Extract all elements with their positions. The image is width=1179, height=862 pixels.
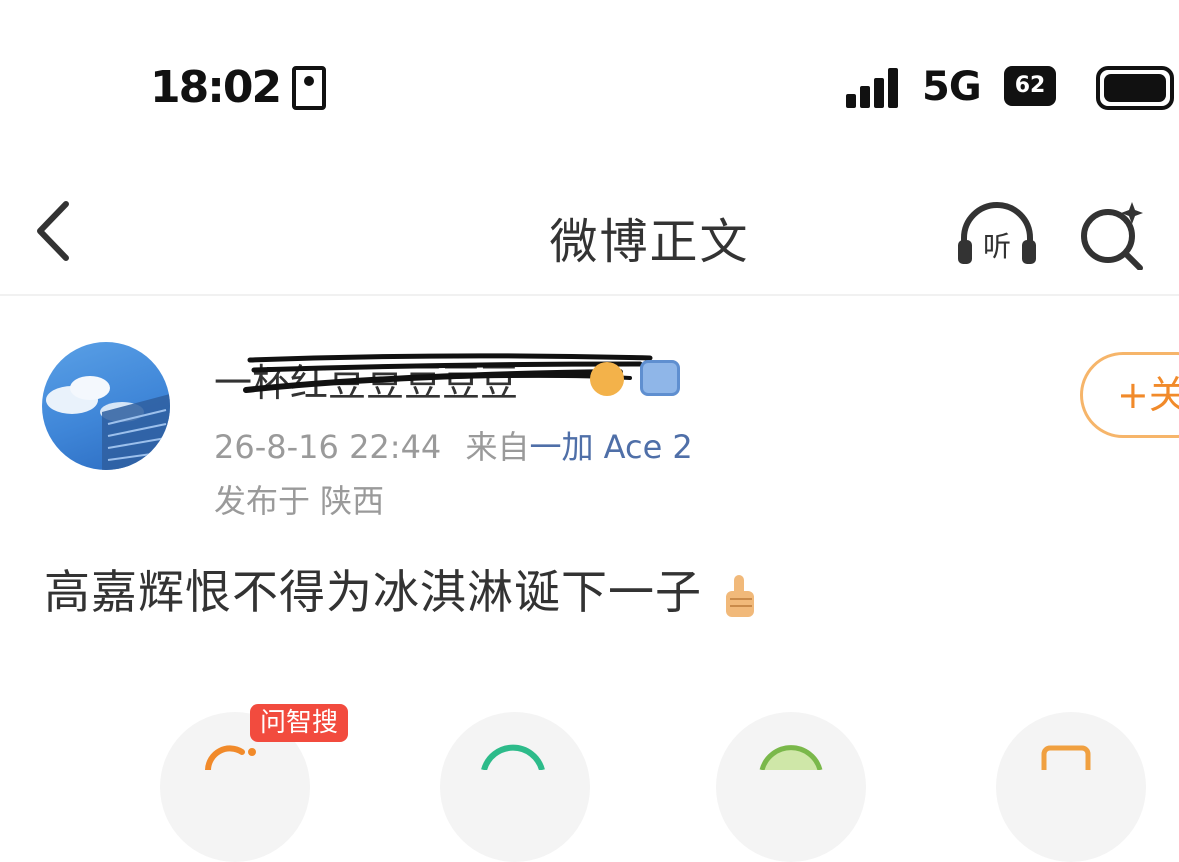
repost-action[interactable] [440,712,590,862]
ai-search-icon [205,745,256,770]
share-icon [481,744,545,770]
gold-medal-icon [590,362,624,396]
ai-search-button[interactable] [1076,198,1152,271]
post-location: 发布于 陕西 [214,482,385,520]
note-icon [1041,745,1091,770]
post-text: 高嘉辉恨不得为冰淇淋诞下一子 [44,556,758,622]
battery-icon [1096,66,1174,110]
signal-strength-icon [846,66,906,108]
thumbs-up-icon [725,574,754,617]
avatar-image [46,376,170,470]
network-type: 5G [922,64,982,110]
ai-search-badge: 问智搜 [250,704,349,742]
comment-action[interactable] [716,712,866,862]
post-source-device[interactable]: 一加 Ace 2 [529,428,692,466]
battery-level: 62 [1004,66,1056,106]
like-action[interactable] [996,712,1146,862]
listen-button[interactable]: 听 [954,198,1040,270]
tv-badge-icon [640,360,680,396]
nav-bar: 微博正文 听 [0,170,1179,296]
post-date: 26-8-16 22:44 [214,428,442,466]
post-body-text: 高嘉辉恨不得为冰淇淋诞下一子 [44,565,702,619]
sparkle-search-icon [1081,202,1143,271]
avatar[interactable] [42,342,170,470]
globe-icon [759,745,823,770]
post-source-prefix: 来自 [465,428,530,466]
action-row [0,700,1179,862]
listen-label: 听 [983,230,1011,263]
status-bar: 18:02 5G 62 [0,0,1179,150]
contact-card-icon [292,66,326,110]
status-time: 18:02 [150,62,282,113]
follow-button[interactable]: +关注 [1080,352,1179,438]
post-meta: 26-8-16 22:44 来自一加 Ace 2 [214,422,693,468]
headphones-icon: 听 [958,202,1036,264]
